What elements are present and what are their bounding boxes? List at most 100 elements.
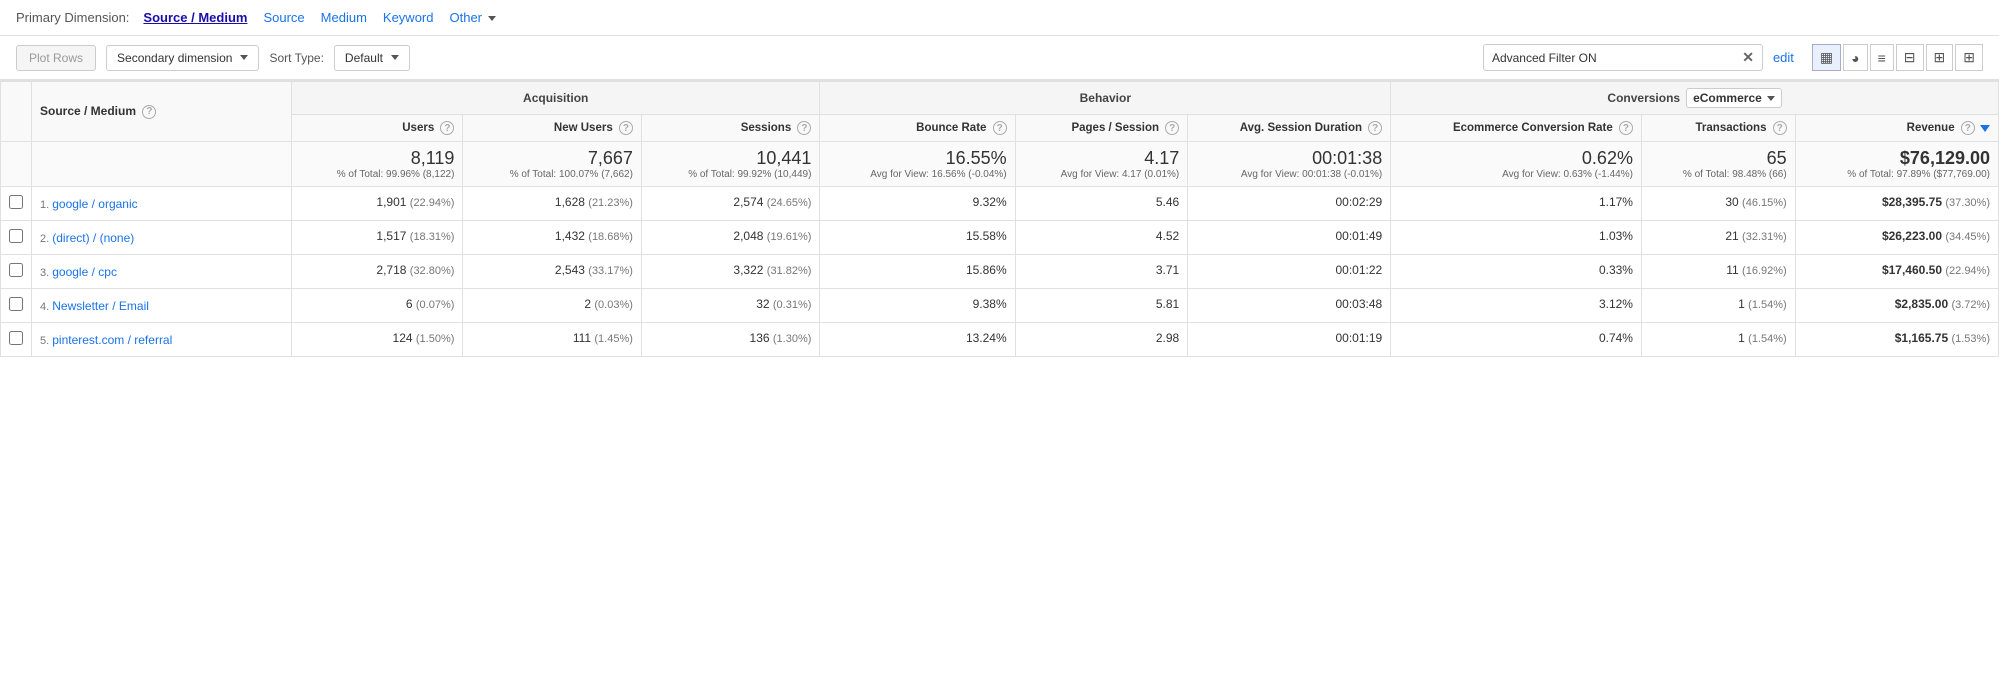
section-header-row: Source / Medium ? Acquisition Behavior C… bbox=[1, 82, 1999, 115]
row-checkbox[interactable] bbox=[9, 195, 23, 209]
bounce-rate-help-icon[interactable]: ? bbox=[993, 121, 1007, 135]
row-transactions: 11 (16.92%) bbox=[1641, 255, 1795, 289]
sort-type-arrow bbox=[391, 55, 399, 60]
row-ecommerce-rate: 1.03% bbox=[1391, 221, 1642, 255]
row-checkbox-cell bbox=[1, 289, 32, 323]
row-sessions: 136 (1.30%) bbox=[641, 323, 820, 357]
row-transactions: 1 (1.54%) bbox=[1641, 323, 1795, 357]
row-checkbox[interactable] bbox=[9, 297, 23, 311]
primary-nav: Primary Dimension: Source / Medium Sourc… bbox=[0, 0, 1999, 36]
ecommerce-dropdown[interactable]: eCommerce bbox=[1686, 88, 1782, 108]
totals-label-cell bbox=[32, 142, 292, 187]
transactions-help-icon[interactable]: ? bbox=[1773, 121, 1787, 135]
nav-keyword[interactable]: Keyword bbox=[377, 8, 440, 27]
checkbox-header bbox=[1, 82, 32, 142]
totals-pages-session: 4.17 Avg for View: 4.17 (0.01%) bbox=[1015, 142, 1188, 187]
source-medium-help-icon[interactable]: ? bbox=[142, 105, 156, 119]
pages-session-header: Pages / Session ? bbox=[1015, 115, 1188, 142]
totals-revenue: $76,129.00 % of Total: 97.89% ($77,769.0… bbox=[1795, 142, 1998, 187]
avg-session-duration-help-icon[interactable]: ? bbox=[1368, 121, 1382, 135]
row-revenue: $17,460.50 (22.94%) bbox=[1795, 255, 1998, 289]
table-row: 1. google / organic 1,901 (22.94%) 1,628… bbox=[1, 187, 1999, 221]
row-ecommerce-rate: 3.12% bbox=[1391, 289, 1642, 323]
row-avg-duration: 00:02:29 bbox=[1188, 187, 1391, 221]
nav-source-medium[interactable]: Source / Medium bbox=[137, 8, 253, 27]
ecommerce-rate-header: Ecommerce Conversion Rate ? bbox=[1391, 115, 1642, 142]
table-row: 2. (direct) / (none) 1,517 (18.31%) 1,43… bbox=[1, 221, 1999, 255]
view-icons-group: ▦ ◕ ≡ ⊟ ⊞ ⊞ bbox=[1812, 44, 1983, 71]
row-pages-session: 3.71 bbox=[1015, 255, 1188, 289]
totals-bounce-rate: 16.55% Avg for View: 16.56% (-0.04%) bbox=[820, 142, 1015, 187]
view-performance-icon[interactable]: ≡ bbox=[1870, 44, 1894, 71]
row-revenue: $2,835.00 (3.72%) bbox=[1795, 289, 1998, 323]
row-pages-session: 5.81 bbox=[1015, 289, 1188, 323]
view-lifetime-icon[interactable]: ⊞ bbox=[1955, 44, 1983, 71]
view-comparison-icon[interactable]: ⊟ bbox=[1896, 44, 1924, 71]
secondary-dim-arrow bbox=[240, 55, 248, 60]
row-checkbox-cell bbox=[1, 221, 32, 255]
source-link[interactable]: google / cpc bbox=[52, 265, 117, 279]
sort-type-label: Sort Type: bbox=[269, 51, 323, 65]
row-users: 6 (0.07%) bbox=[292, 289, 463, 323]
row-checkbox[interactable] bbox=[9, 263, 23, 277]
behavior-section-header: Behavior bbox=[820, 82, 1391, 115]
source-link[interactable]: Newsletter / Email bbox=[52, 299, 149, 313]
new-users-help-icon[interactable]: ? bbox=[619, 121, 633, 135]
revenue-sort-icon bbox=[1980, 125, 1990, 132]
totals-ecommerce-rate: 0.62% Avg for View: 0.63% (-1.44%) bbox=[1391, 142, 1642, 187]
source-link[interactable]: pinterest.com / referral bbox=[52, 333, 172, 347]
acquisition-section-header: Acquisition bbox=[292, 82, 820, 115]
row-bounce-rate: 13.24% bbox=[820, 323, 1015, 357]
row-source: 5. pinterest.com / referral bbox=[32, 323, 292, 357]
new-users-header: New Users ? bbox=[463, 115, 642, 142]
sessions-help-icon[interactable]: ? bbox=[797, 121, 811, 135]
plot-rows-button[interactable]: Plot Rows bbox=[16, 45, 96, 71]
secondary-dimension-dropdown[interactable]: Secondary dimension bbox=[106, 45, 259, 71]
column-header-row: Users ? New Users ? Sessions ? Bounce Ra… bbox=[1, 115, 1999, 142]
row-bounce-rate: 9.38% bbox=[820, 289, 1015, 323]
nav-other[interactable]: Other bbox=[443, 8, 501, 27]
filter-edit-link[interactable]: edit bbox=[1773, 50, 1794, 65]
row-avg-duration: 00:01:49 bbox=[1188, 221, 1391, 255]
row-pages-session: 2.98 bbox=[1015, 323, 1188, 357]
row-checkbox[interactable] bbox=[9, 331, 23, 345]
filter-input[interactable] bbox=[1492, 51, 1736, 65]
row-avg-duration: 00:03:48 bbox=[1188, 289, 1391, 323]
source-link[interactable]: google / organic bbox=[52, 197, 137, 211]
sessions-header: Sessions ? bbox=[641, 115, 820, 142]
totals-new-users: 7,667 % of Total: 100.07% (7,662) bbox=[463, 142, 642, 187]
row-pages-session: 4.52 bbox=[1015, 221, 1188, 255]
row-new-users: 1,432 (18.68%) bbox=[463, 221, 642, 255]
bounce-rate-header: Bounce Rate ? bbox=[820, 115, 1015, 142]
pages-session-help-icon[interactable]: ? bbox=[1165, 121, 1179, 135]
view-pivot-icon[interactable]: ⊞ bbox=[1926, 44, 1954, 71]
nav-medium[interactable]: Medium bbox=[315, 8, 373, 27]
revenue-header: Revenue ? bbox=[1795, 115, 1998, 142]
row-sessions: 2,048 (19.61%) bbox=[641, 221, 820, 255]
row-users: 1,901 (22.94%) bbox=[292, 187, 463, 221]
row-ecommerce-rate: 0.33% bbox=[1391, 255, 1642, 289]
table-row: 4. Newsletter / Email 6 (0.07%) 2 (0.03%… bbox=[1, 289, 1999, 323]
avg-session-duration-header: Avg. Session Duration ? bbox=[1188, 115, 1391, 142]
view-pie-icon[interactable]: ◕ bbox=[1843, 44, 1867, 71]
row-avg-duration: 00:01:19 bbox=[1188, 323, 1391, 357]
row-source: 1. google / organic bbox=[32, 187, 292, 221]
totals-sessions: 10,441 % of Total: 99.92% (10,449) bbox=[641, 142, 820, 187]
users-help-icon[interactable]: ? bbox=[440, 121, 454, 135]
filter-clear-icon[interactable]: ✕ bbox=[1742, 49, 1754, 66]
row-transactions: 30 (46.15%) bbox=[1641, 187, 1795, 221]
advanced-filter-box: ✕ bbox=[1483, 44, 1763, 71]
row-revenue: $26,223.00 (34.45%) bbox=[1795, 221, 1998, 255]
table-row: 3. google / cpc 2,718 (32.80%) 2,543 (33… bbox=[1, 255, 1999, 289]
row-bounce-rate: 15.86% bbox=[820, 255, 1015, 289]
source-link[interactable]: (direct) / (none) bbox=[52, 231, 134, 245]
sort-type-dropdown[interactable]: Default bbox=[334, 45, 410, 71]
row-ecommerce-rate: 1.17% bbox=[1391, 187, 1642, 221]
nav-source[interactable]: Source bbox=[257, 8, 310, 27]
ecommerce-rate-help-icon[interactable]: ? bbox=[1619, 121, 1633, 135]
row-new-users: 2 (0.03%) bbox=[463, 289, 642, 323]
row-checkbox[interactable] bbox=[9, 229, 23, 243]
revenue-help-icon[interactable]: ? bbox=[1961, 121, 1975, 135]
view-table-icon[interactable]: ▦ bbox=[1812, 44, 1841, 71]
totals-users: 8,119 % of Total: 99.96% (8,122) bbox=[292, 142, 463, 187]
